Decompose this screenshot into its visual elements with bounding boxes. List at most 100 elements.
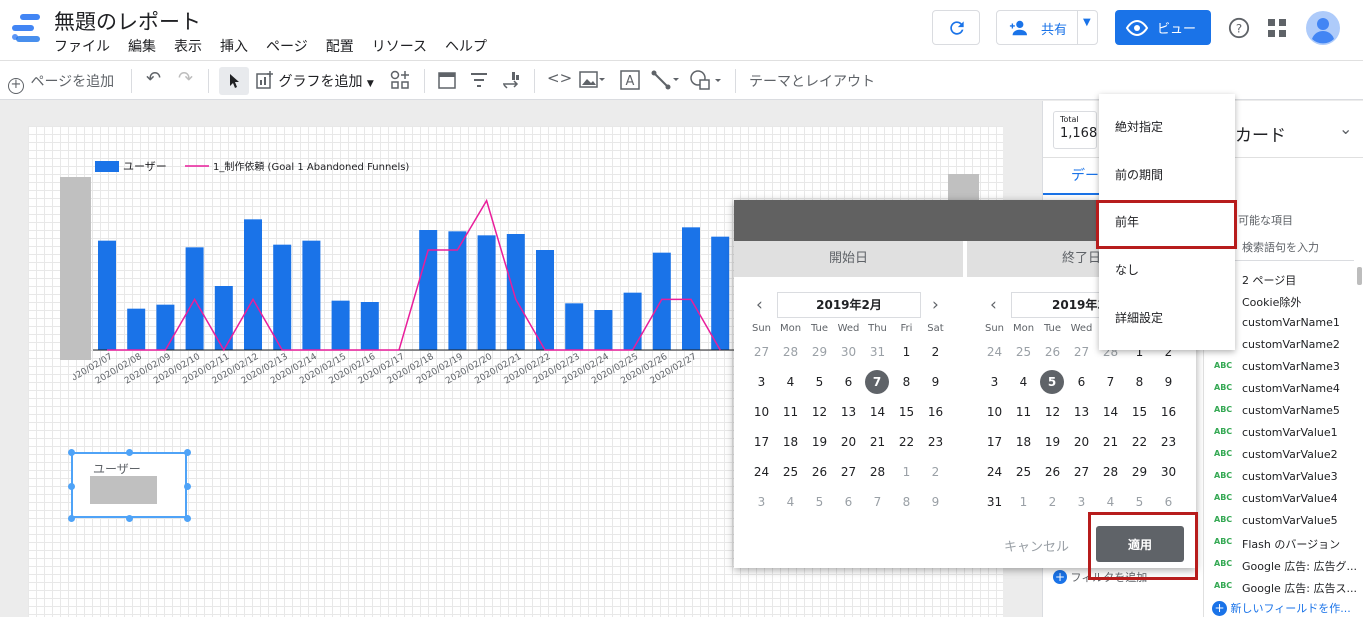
- calendar-day[interactable]: 7: [1096, 370, 1125, 394]
- calendar-day[interactable]: 15: [1125, 400, 1154, 424]
- calendar-day[interactable]: 19: [1038, 430, 1067, 454]
- calendar-day[interactable]: 4: [1096, 490, 1125, 514]
- calendar-day[interactable]: 20: [834, 430, 863, 454]
- calendar-day[interactable]: 6: [834, 490, 863, 514]
- calendar-day[interactable]: 5: [1040, 370, 1064, 394]
- resize-handle[interactable]: [184, 483, 191, 490]
- menu-edit[interactable]: 編集: [128, 36, 156, 56]
- calendar-day[interactable]: 24: [747, 460, 776, 484]
- calendar-day[interactable]: 25: [1009, 460, 1038, 484]
- theme-layout-button[interactable]: テーマとレイアウト: [749, 71, 875, 91]
- calendar-day[interactable]: 15: [892, 400, 921, 424]
- calendar-day[interactable]: 3: [747, 490, 776, 514]
- calendar-day[interactable]: 5: [805, 370, 834, 394]
- calendar-day[interactable]: 8: [892, 370, 921, 394]
- calendar-day[interactable]: 5: [1125, 490, 1154, 514]
- refresh-button[interactable]: [932, 10, 980, 45]
- image-icon[interactable]: [579, 70, 605, 94]
- menu-file[interactable]: ファイル: [54, 36, 110, 56]
- calendar-day[interactable]: 13: [1067, 400, 1096, 424]
- calendar-day[interactable]: 11: [1009, 400, 1038, 424]
- menu-item-previous-period[interactable]: 前の期間: [1115, 166, 1163, 183]
- calendar-day[interactable]: 31: [863, 340, 892, 364]
- calendar-day[interactable]: 27: [1067, 340, 1096, 364]
- community-visualization-icon[interactable]: [390, 70, 410, 94]
- filter-icon[interactable]: [470, 72, 488, 92]
- calendar-day[interactable]: 8: [892, 490, 921, 514]
- calendar-day[interactable]: 4: [1009, 370, 1038, 394]
- time-series-chart[interactable]: ユーザー 1_制作依頼 (Goal 1 Abandoned Funnels)202…: [73, 156, 773, 416]
- calendar-day[interactable]: 26: [1038, 340, 1067, 364]
- field-scrollbar[interactable]: [1357, 267, 1362, 285]
- undo-icon[interactable]: ↶: [146, 68, 161, 89]
- calendar-day[interactable]: 1: [892, 460, 921, 484]
- calendar-day[interactable]: 27: [747, 340, 776, 364]
- calendar-day[interactable]: 2: [921, 460, 950, 484]
- resize-handle[interactable]: [68, 449, 75, 456]
- data-control-icon[interactable]: [502, 70, 520, 94]
- tab-data[interactable]: デー: [1071, 165, 1099, 185]
- calendar-day[interactable]: 28: [863, 460, 892, 484]
- calendar-day[interactable]: 12: [805, 400, 834, 424]
- calendar-day[interactable]: 22: [892, 430, 921, 454]
- calendar-day[interactable]: 19: [805, 430, 834, 454]
- calendar-day[interactable]: 2: [1038, 490, 1067, 514]
- calendar-day[interactable]: 27: [1067, 460, 1096, 484]
- calendar-day[interactable]: 6: [834, 370, 863, 394]
- calendar-day[interactable]: 10: [980, 400, 1009, 424]
- left-month-selector[interactable]: 2019年2月: [777, 292, 921, 318]
- menu-item-advanced[interactable]: 詳細設定: [1115, 309, 1163, 326]
- prev-month-left-icon[interactable]: ‹: [756, 295, 763, 315]
- code-embed-icon[interactable]: <>: [547, 69, 572, 87]
- calendar-day[interactable]: 26: [1038, 460, 1067, 484]
- calendar-day[interactable]: 9: [921, 490, 950, 514]
- scorecard[interactable]: ユーザー: [68, 449, 191, 522]
- calendar-day[interactable]: 29: [805, 340, 834, 364]
- resize-handle[interactable]: [184, 515, 191, 522]
- calendar-day[interactable]: 25: [1009, 340, 1038, 364]
- calendar-day[interactable]: 21: [863, 430, 892, 454]
- menu-help[interactable]: ヘルプ: [445, 36, 487, 56]
- resize-handle[interactable]: [126, 515, 133, 522]
- report-title[interactable]: 無題のレポート: [54, 6, 201, 36]
- calendar-day[interactable]: 9: [1154, 370, 1183, 394]
- select-tool-button[interactable]: [219, 67, 249, 95]
- calendar-day[interactable]: 30: [1154, 460, 1183, 484]
- menu-resource[interactable]: リソース: [372, 36, 427, 56]
- calendar-day[interactable]: 16: [921, 400, 950, 424]
- calendar-day[interactable]: 6: [1067, 370, 1096, 394]
- resize-handle[interactable]: [126, 449, 133, 456]
- resize-handle[interactable]: [68, 515, 75, 522]
- calendar-day[interactable]: 4: [776, 490, 805, 514]
- add-page-button[interactable]: + ページを追加: [8, 71, 114, 94]
- redo-icon[interactable]: ↷: [178, 68, 193, 89]
- calendar-day[interactable]: 12: [1038, 400, 1067, 424]
- new-field-button[interactable]: + 新しいフィールドを作...: [1212, 600, 1351, 616]
- share-dropdown-icon[interactable]: ▼: [1083, 17, 1091, 28]
- calendar-day[interactable]: 14: [863, 400, 892, 424]
- prev-month-right-icon[interactable]: ‹: [990, 295, 997, 315]
- calendar-day[interactable]: 2: [921, 340, 950, 364]
- menu-item-none[interactable]: なし: [1115, 261, 1139, 278]
- field-search-input[interactable]: 検索語句を入力: [1242, 239, 1319, 255]
- apps-grid-icon[interactable]: [1268, 19, 1286, 37]
- calendar-day[interactable]: 23: [921, 430, 950, 454]
- tab-start-date[interactable]: 開始日: [734, 241, 963, 277]
- calendar-day[interactable]: 10: [747, 400, 776, 424]
- menu-insert[interactable]: 挿入: [220, 36, 248, 56]
- calendar-day[interactable]: 5: [805, 490, 834, 514]
- calendar-day[interactable]: 7: [863, 490, 892, 514]
- calendar-day[interactable]: 27: [834, 460, 863, 484]
- calendar-day[interactable]: 1: [892, 340, 921, 364]
- calendar-day[interactable]: 17: [980, 430, 1009, 454]
- calendar-icon[interactable]: [438, 70, 456, 94]
- calendar-day[interactable]: 3: [747, 370, 776, 394]
- calendar-day[interactable]: 18: [776, 430, 805, 454]
- calendar-day[interactable]: 22: [1125, 430, 1154, 454]
- next-month-left-icon[interactable]: ›: [932, 295, 939, 315]
- resize-handle[interactable]: [68, 483, 75, 490]
- calendar-day[interactable]: 14: [1096, 400, 1125, 424]
- calendar-day[interactable]: 3: [980, 370, 1009, 394]
- chevron-down-icon[interactable]: ⌄: [1339, 119, 1352, 138]
- resize-handle[interactable]: [184, 449, 191, 456]
